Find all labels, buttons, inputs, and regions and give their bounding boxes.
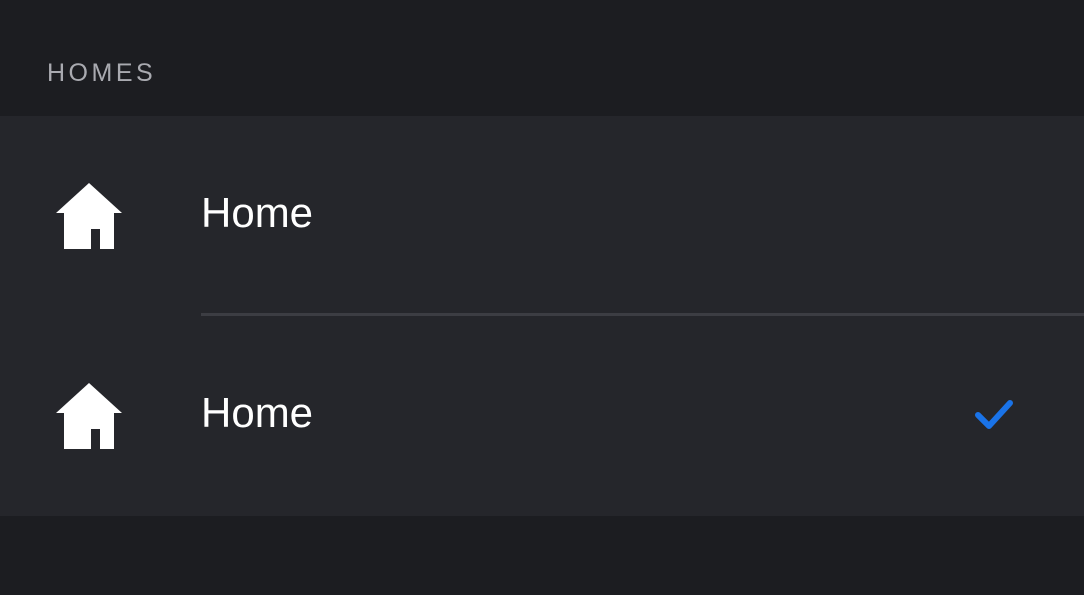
house-icon [55, 182, 123, 250]
homes-list: Home Home [0, 116, 1084, 516]
checkmark-icon [974, 398, 1014, 432]
homes-section-header: HOMES [47, 59, 157, 87]
home-list-item[interactable]: Home [0, 116, 1084, 316]
home-list-item-selected[interactable]: Home [0, 316, 1084, 516]
home-name-label: Home [201, 389, 314, 436]
home-name-label: Home [201, 189, 314, 236]
house-icon [55, 382, 123, 450]
